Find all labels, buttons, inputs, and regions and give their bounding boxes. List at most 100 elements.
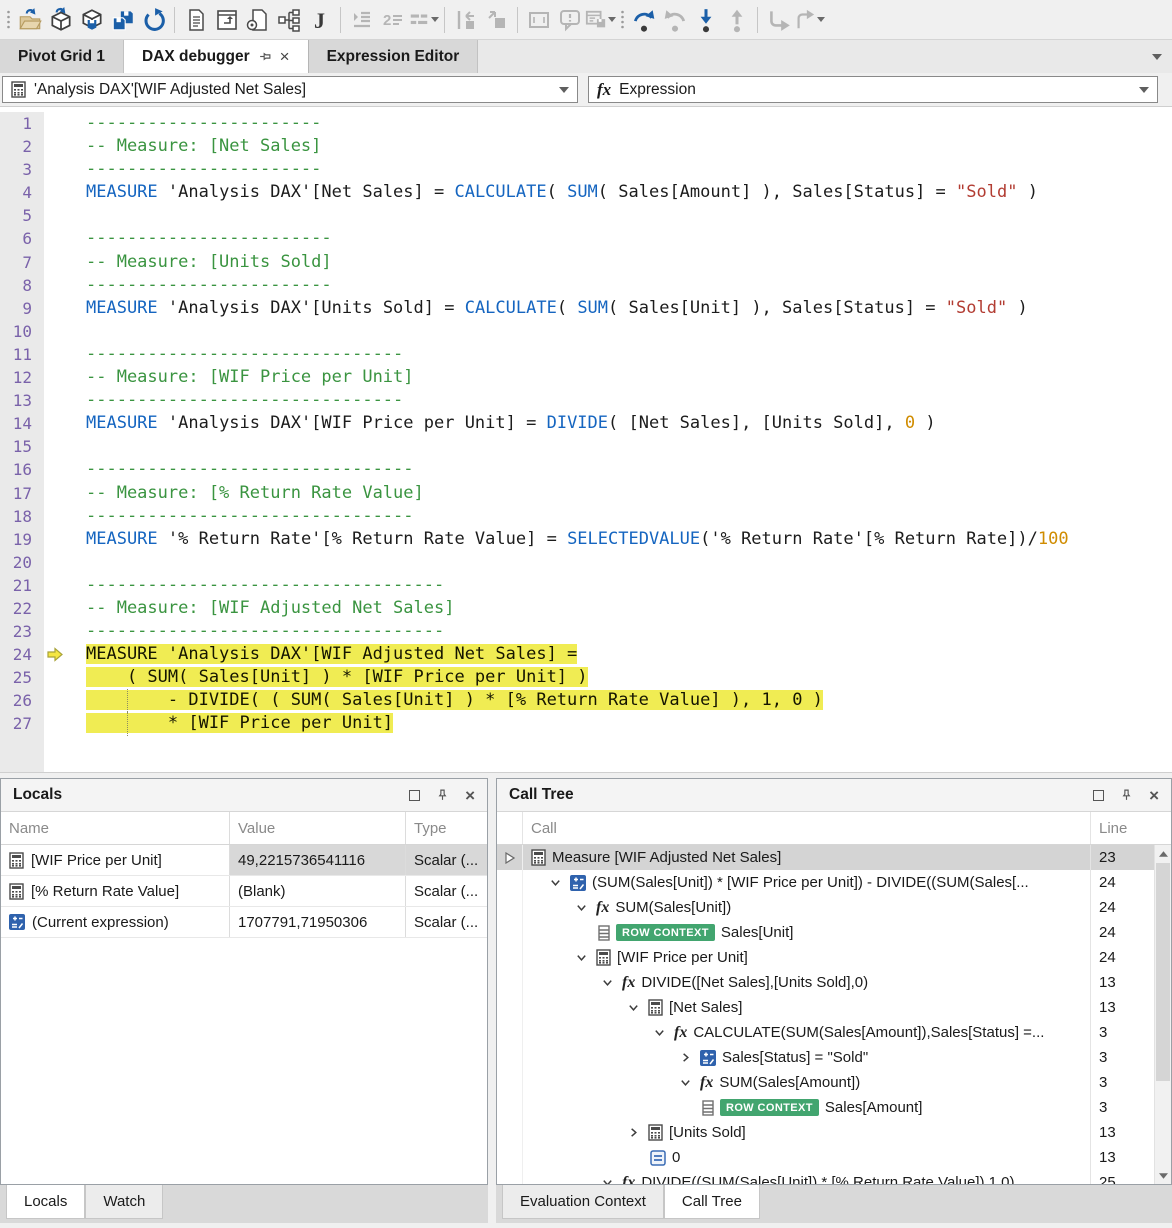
chevron-down-icon[interactable] [608,17,616,22]
tab-label: DAX debugger [142,48,250,66]
bottom-tab-watch[interactable]: Watch [85,1185,163,1219]
line-number: 12 [0,366,44,389]
bottom-tab-call-tree[interactable]: Call Tree [664,1185,760,1219]
scroll-up-icon[interactable] [1155,845,1171,862]
refresh-button[interactable] [138,5,169,35]
call-tree-row[interactable]: [Units Sold]13 [497,1120,1171,1145]
tab-pivot-grid-1[interactable]: Pivot Grid 1 [0,40,124,73]
refresh-model-button[interactable] [45,5,76,35]
scroll-down-icon[interactable] [1155,1167,1171,1184]
function-icon: fx [674,1024,687,1042]
expression-combobox[interactable]: fx Expression [588,76,1158,103]
line-number: 19 [0,528,44,551]
line-number: 16 [0,458,44,481]
chevron-right-icon[interactable] [676,1051,694,1064]
close-icon[interactable]: × [465,790,475,801]
maximize-icon[interactable] [409,790,420,801]
step-over-button[interactable] [628,5,659,35]
call-tree-row[interactable]: fxDIVIDE([Net Sales],[Units Sold],0)13 [497,970,1171,995]
code-line: 9MEASURE 'Analysis DAX'[Units Sold] = CA… [0,297,1172,320]
call-tree-row[interactable]: fxDIVIDE((SUM(Sales[Unit]) * [% Return R… [497,1170,1171,1184]
toolbar-grip[interactable] [2,10,14,30]
call-tree-row[interactable]: ROW CONTEXTSales[Amount]3 [497,1095,1171,1120]
call-tree-row[interactable]: 013 [497,1145,1171,1170]
close-icon[interactable]: × [280,47,290,67]
chevron-right-icon[interactable] [624,1126,642,1139]
local-value[interactable]: (Blank) [230,876,406,906]
chevron-down-icon[interactable] [598,1176,616,1184]
close-icon[interactable]: × [1149,790,1159,801]
scrollbar-thumb[interactable] [1156,863,1170,1081]
locals-row[interactable]: [% Return Rate Value](Blank)Scalar (... [1,876,487,907]
code-line: 27 * [WIF Price per Unit] [0,712,1172,735]
local-value[interactable]: 1707791,71950306 [230,907,406,937]
maximize-icon[interactable] [1093,790,1104,801]
call-tree-row[interactable]: Sales[Status] = "Sold"3 [497,1045,1171,1070]
local-name: [% Return Rate Value] [31,883,179,900]
chevron-down-icon[interactable] [598,976,616,989]
tab-expression-editor[interactable]: Expression Editor [309,40,479,73]
column-header-line[interactable]: Line [1090,812,1154,844]
chevron-down-icon[interactable] [572,951,590,964]
dependency-tree-button[interactable] [273,5,304,35]
chevron-down-icon[interactable] [546,876,564,889]
chevron-down-icon[interactable] [1139,87,1149,93]
pin-icon[interactable] [436,788,449,802]
column-header-name[interactable]: Name [1,812,230,844]
pin-icon[interactable] [1120,788,1133,802]
chevron-down-icon[interactable] [676,1076,694,1089]
measure-combobox[interactable]: 'Analysis DAX'[WIF Adjusted Net Sales] [2,76,578,103]
call-text: SUM(Sales[Unit]) [615,899,731,916]
tab-dax-debugger[interactable]: DAX debugger × [124,40,309,73]
constant-icon [650,1150,666,1166]
code-line: 23----------------------------------- [0,620,1172,643]
chevron-down-icon[interactable] [650,1026,668,1039]
run-window-button[interactable] [211,5,242,35]
expression-icon [9,914,25,930]
debug-grip[interactable] [616,10,628,30]
call-tree-row[interactable]: [Net Sales]13 [497,995,1171,1020]
pin-icon[interactable] [258,50,272,63]
locals-tab-strip: LocalsWatch [0,1185,488,1223]
tab-label: Pivot Grid 1 [18,48,105,66]
local-value[interactable]: 49,2215736541116 [230,845,406,875]
open-file-button[interactable] [14,5,45,35]
code-line: 21----------------------------------- [0,574,1172,597]
code-editor[interactable]: 1-----------------------2-- Measure: [Ne… [0,106,1172,773]
bottom-tab-evaluation-context[interactable]: Evaluation Context [502,1185,664,1219]
chevron-down-icon[interactable] [624,1001,642,1014]
breakpoint-margin [44,181,66,204]
call-tree-row[interactable]: ROW CONTEXTSales[Unit]24 [497,920,1171,945]
call-line-number: 13 [1090,1120,1154,1145]
call-tree-scrollbar[interactable] [1154,845,1171,1184]
indent-guide [127,712,128,735]
chevron-down-icon[interactable] [559,87,569,93]
script-button[interactable]: J [304,5,335,35]
step-into-button[interactable] [690,5,721,35]
locals-row[interactable]: [WIF Price per Unit]49,2215736541116Scal… [1,845,487,876]
save-all-button[interactable] [107,5,138,35]
chevron-down-icon[interactable] [817,17,825,22]
call-tree-row[interactable]: fxSUM(Sales[Unit])24 [497,895,1171,920]
call-tree-row[interactable]: (SUM(Sales[Unit]) * [WIF Price per Unit]… [497,870,1171,895]
chevron-down-icon[interactable] [572,901,590,914]
calculator-icon [11,81,26,98]
chevron-down-icon[interactable] [431,17,439,22]
call-text: Sales[Unit] [721,924,794,941]
column-header-type[interactable]: Type [406,812,487,844]
attach-page-button[interactable] [242,5,273,35]
bottom-tab-locals[interactable]: Locals [6,1185,85,1219]
call-tree-row[interactable]: Measure [WIF Adjusted Net Sales]23 [497,845,1171,870]
call-tree-row[interactable]: fxSUM(Sales[Amount])3 [497,1070,1171,1095]
new-document-button[interactable] [180,5,211,35]
save-to-model-button[interactable] [76,5,107,35]
line-number: 25 [0,666,44,689]
row-context-badge: ROW CONTEXT [720,1099,819,1116]
tab-overflow-icon[interactable] [1152,54,1162,60]
call-tree-row[interactable]: [WIF Price per Unit]24 [497,945,1171,970]
column-header-value[interactable]: Value [230,812,406,844]
locals-row[interactable]: (Current expression)1707791,71950306Scal… [1,907,487,938]
call-text: CALCULATE(SUM(Sales[Amount]),Sales[Statu… [693,1024,1044,1041]
column-header-call[interactable]: Call [523,812,1090,844]
call-tree-row[interactable]: fx CALCULATE(SUM(Sales[Amount]),Sales[Sta… [497,1020,1171,1045]
